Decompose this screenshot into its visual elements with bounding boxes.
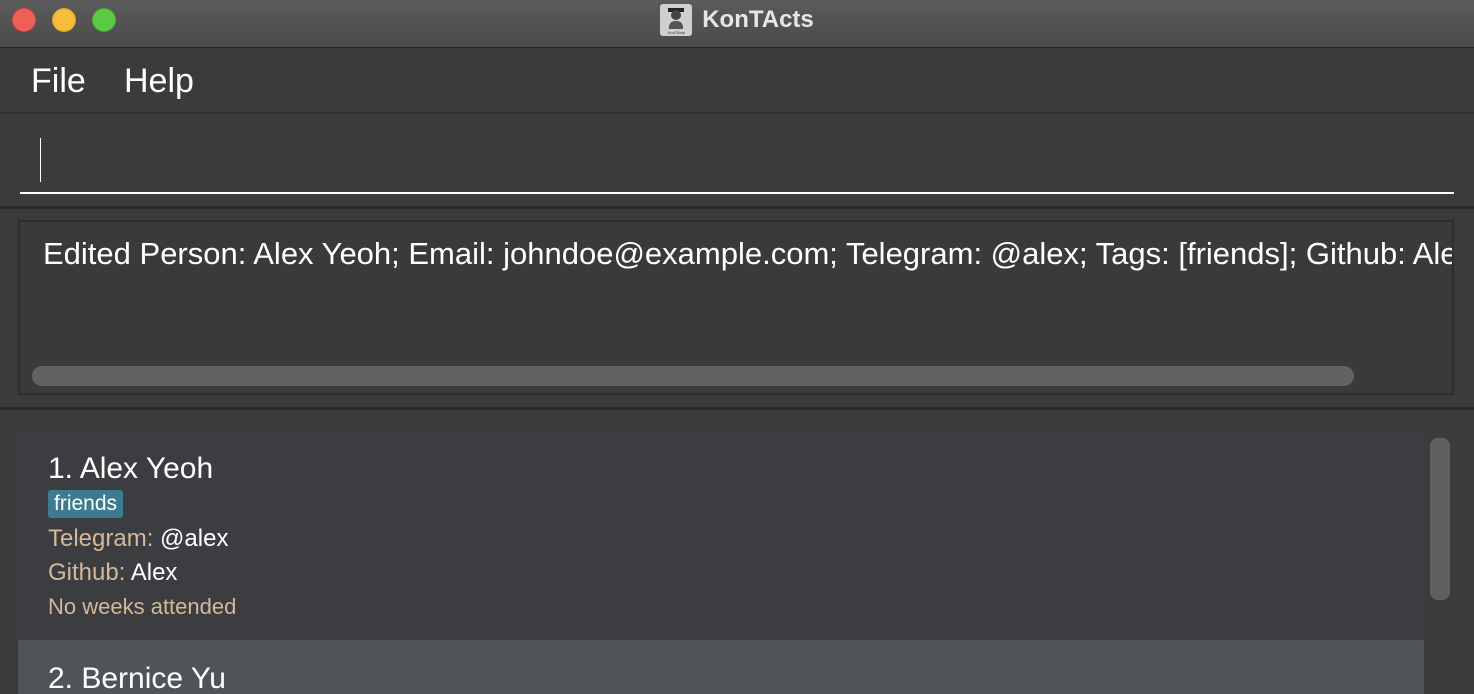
menu-bar: File Help [0,48,1474,114]
telegram-value: @alex [160,525,229,552]
telegram-label: Telegram: [48,525,154,552]
person-list: 1. Alex Yeoh friends Telegram: @alex Git… [0,410,1474,694]
github-label: Github: [48,559,126,586]
result-display-container: Edited Person: Alex Yeoh; Email: johndoe… [0,209,1474,410]
text-caret [40,138,41,182]
person-name: 1. Alex Yeoh [48,452,214,485]
title-wrapper: KonTActs KonTActs [0,0,1474,40]
github-value: Alex [130,559,178,586]
command-input[interactable] [20,114,1454,194]
horizontal-scrollbar[interactable] [32,366,1354,386]
result-message: Edited Person: Alex Yeoh; Email: johndoe… [43,236,1454,271]
result-display[interactable]: Edited Person: Alex Yeoh; Email: johndoe… [18,220,1454,395]
title-bar: KonTActs KonTActs [0,0,1474,48]
command-box-container [0,114,1474,209]
person-card[interactable]: 2. Bernice Yu [18,640,1424,694]
telegram-field: Telegram: @alex [48,525,228,553]
attendance-status: No weeks attended [48,594,237,619]
menu-file[interactable]: File [31,62,86,101]
person-name: 2. Bernice Yu [48,662,226,694]
app-logo-icon: KonTActs [660,4,693,36]
menu-help[interactable]: Help [124,62,194,101]
tag-label: friends [48,490,124,518]
vertical-scrollbar[interactable] [1430,438,1450,600]
github-field: Github: Alex [48,559,177,587]
app-window: KonTActs KonTActs File Help Edited Perso… [0,0,1474,694]
window-title: KonTActs [702,6,814,33]
person-card[interactable]: 1. Alex Yeoh friends Telegram: @alex Git… [18,430,1424,640]
